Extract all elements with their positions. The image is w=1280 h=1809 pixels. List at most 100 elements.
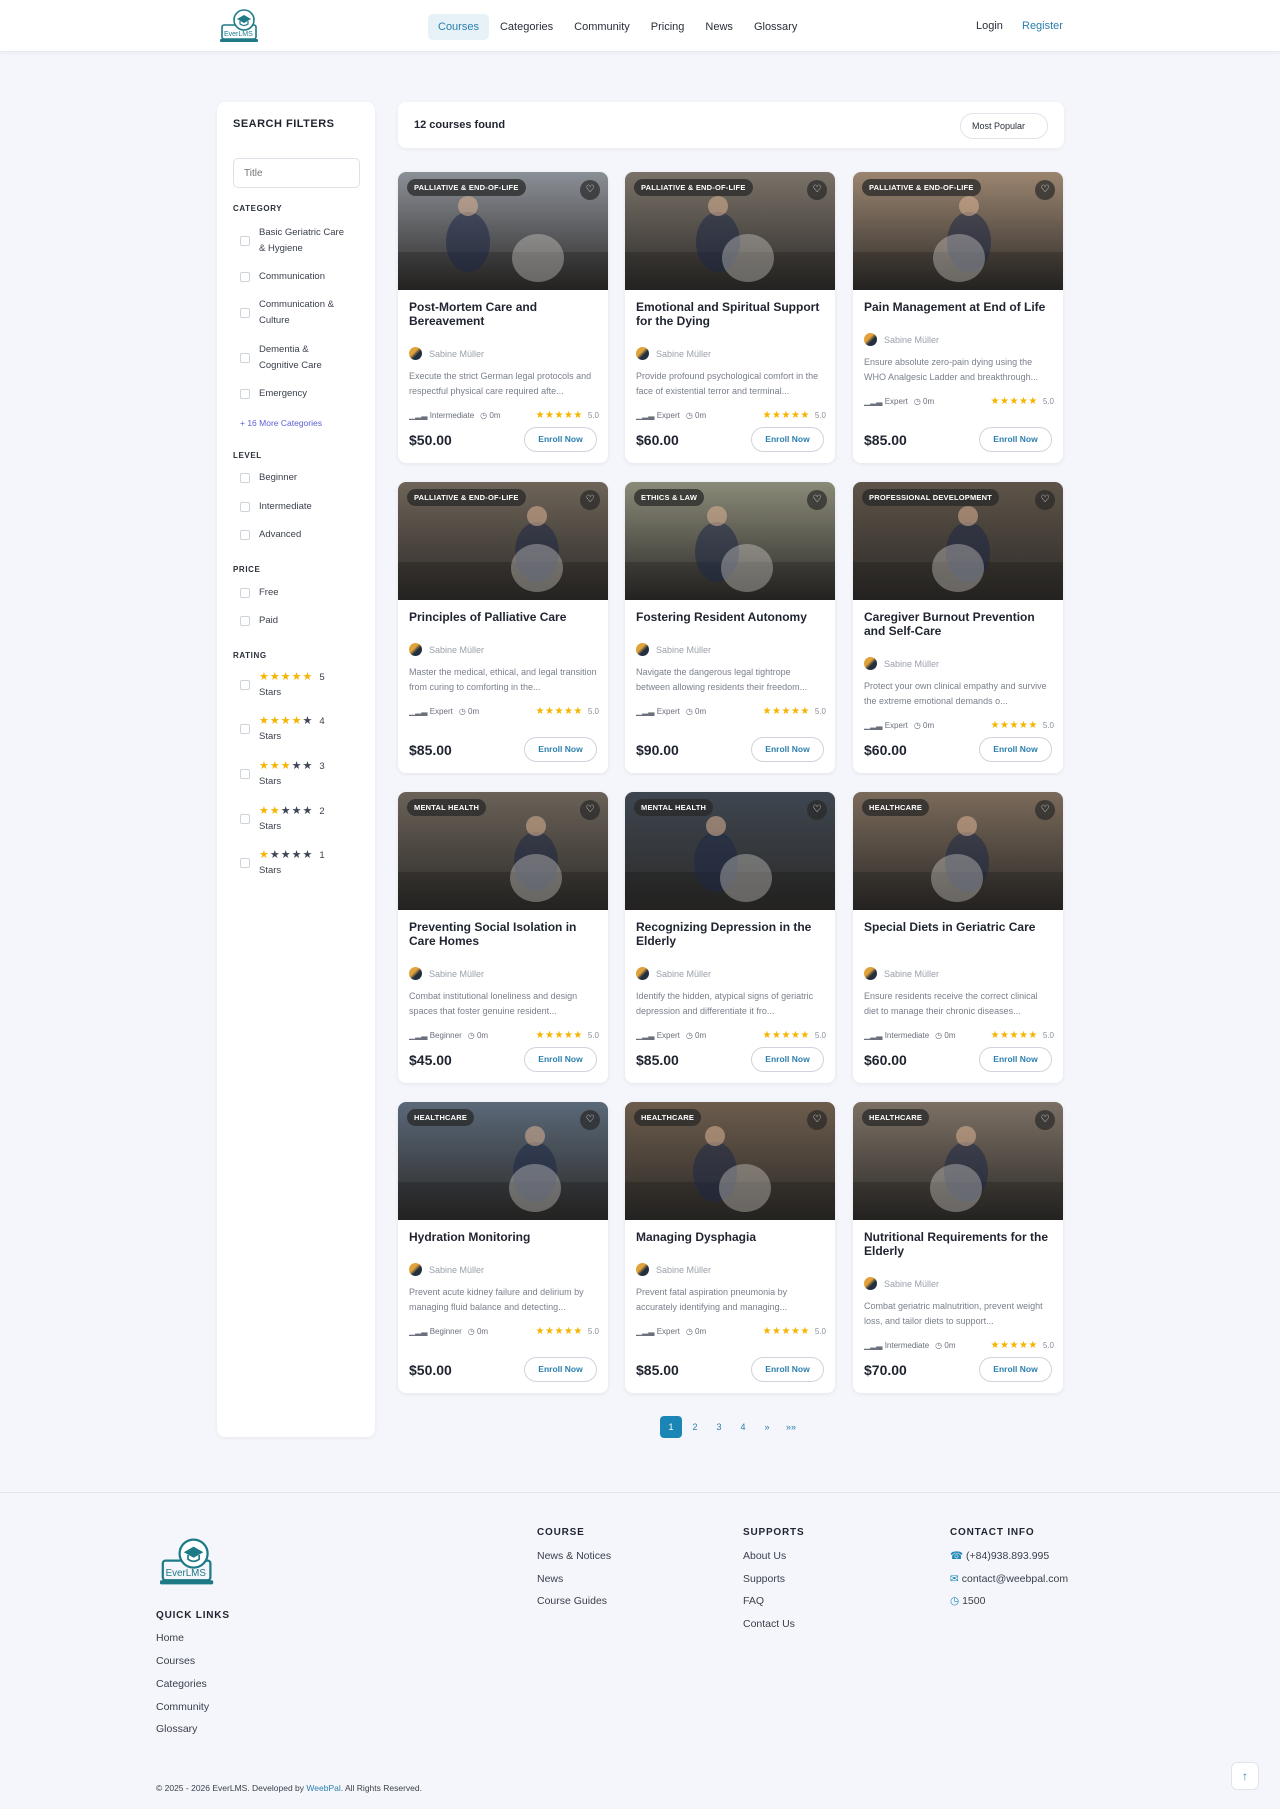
enroll-now-button[interactable]: Enroll Now (751, 427, 824, 452)
course-thumbnail[interactable]: MENTAL HEALTH ♡ (398, 792, 608, 910)
course-thumbnail[interactable]: HEALTHCARE ♡ (398, 1102, 608, 1220)
footer-link-course-guides[interactable]: Course Guides (537, 1595, 607, 1607)
heart-icon[interactable]: ♡ (807, 800, 827, 820)
checkbox[interactable] (240, 473, 250, 483)
course-title[interactable]: Fostering Resident Autonomy (636, 610, 826, 624)
course-title[interactable]: Pain Management at End of Life (864, 300, 1054, 314)
course-card[interactable]: PALLIATIVE & END-OF-LIFE ♡ Emotional and S… (625, 172, 835, 463)
page-3-button[interactable]: 3 (708, 1416, 730, 1438)
course-card[interactable]: PALLIATIVE & END-OF-LIFE ♡ Post-Mortem Car… (398, 172, 608, 463)
course-title[interactable]: Hydration Monitoring (409, 1230, 599, 1244)
enroll-now-button[interactable]: Enroll Now (751, 737, 824, 762)
footer-link-supports[interactable]: Supports (743, 1573, 785, 1585)
page-2-button[interactable]: 2 (684, 1416, 706, 1438)
rating-option[interactable]: ★★★★★ 5 Stars (240, 670, 325, 700)
footer-link-about[interactable]: About Us (743, 1550, 786, 1562)
footer-logo[interactable]: EverLMS (160, 1535, 216, 1589)
course-title[interactable]: Recognizing Depression in the Elderly (636, 920, 826, 948)
nav-community[interactable]: Community (564, 14, 640, 40)
category-option[interactable]: Emergency (240, 386, 307, 402)
rating-option[interactable]: ★★★★★ 1 Stars (240, 848, 325, 878)
course-title[interactable]: Nutritional Requirements for the Elderly (864, 1230, 1054, 1258)
course-thumbnail[interactable]: MENTAL HEALTH ♡ (625, 792, 835, 910)
nav-glossary[interactable]: Glossary (744, 14, 807, 40)
last-page-button[interactable]: »» (780, 1416, 802, 1438)
heart-icon[interactable]: ♡ (807, 490, 827, 510)
price-option[interactable]: Paid (240, 613, 278, 629)
contact-phone[interactable]: ☎ (+84)938.893.995 (950, 1550, 1049, 1562)
footer-link-home[interactable]: Home (156, 1632, 184, 1644)
enroll-now-button[interactable]: Enroll Now (979, 737, 1052, 762)
heart-icon[interactable]: ♡ (1035, 490, 1055, 510)
category-option[interactable]: Basic Geriatric Care & Hygiene (240, 225, 344, 257)
footer-link-categories[interactable]: Categories (156, 1678, 207, 1690)
footer-link-news[interactable]: News (537, 1573, 563, 1585)
login-link[interactable]: Login (976, 20, 1003, 32)
footer-link-contact[interactable]: Contact Us (743, 1618, 795, 1630)
checkbox[interactable] (240, 530, 250, 540)
heart-icon[interactable]: ♡ (580, 800, 600, 820)
footer-link-courses[interactable]: Courses (156, 1655, 195, 1667)
checkbox[interactable] (240, 272, 250, 282)
course-thumbnail[interactable]: HEALTHCARE ♡ (625, 1102, 835, 1220)
category-option[interactable]: Communication & Culture (240, 297, 334, 329)
heart-icon[interactable]: ♡ (580, 490, 600, 510)
checkbox[interactable] (240, 502, 250, 512)
footer-link-news-notices[interactable]: News & Notices (537, 1550, 611, 1562)
course-title[interactable]: Post-Mortem Care and Bereavement (409, 300, 599, 328)
enroll-now-button[interactable]: Enroll Now (524, 1357, 597, 1382)
checkbox[interactable] (240, 308, 250, 318)
more-categories-link[interactable]: + 16 More Categories (240, 418, 322, 428)
everlms-logo[interactable]: EverLMS (220, 7, 260, 45)
sort-dropdown[interactable]: Most Popular (960, 113, 1048, 139)
price-option[interactable]: Free (240, 585, 279, 601)
course-title[interactable]: Principles of Palliative Care (409, 610, 599, 624)
category-option[interactable]: Communication (240, 269, 325, 285)
enroll-now-button[interactable]: Enroll Now (524, 737, 597, 762)
scroll-to-top-button[interactable]: ↑ (1231, 1762, 1259, 1790)
course-title[interactable]: Caregiver Burnout Prevention and Self-Ca… (864, 610, 1054, 638)
enroll-now-button[interactable]: Enroll Now (979, 427, 1052, 452)
nav-courses[interactable]: Courses (428, 13, 489, 40)
checkbox[interactable] (240, 724, 250, 734)
level-option[interactable]: Beginner (240, 470, 297, 486)
course-title[interactable]: Emotional and Spiritual Support for the … (636, 300, 826, 328)
heart-icon[interactable]: ♡ (807, 1110, 827, 1130)
course-card[interactable]: PROFESSIONAL DEVELOPMENT ♡ Caregiver Burno… (853, 482, 1063, 773)
enroll-now-button[interactable]: Enroll Now (979, 1357, 1052, 1382)
course-card[interactable]: MENTAL HEALTH ♡ Preventing Social Isolatio… (398, 792, 608, 1083)
rating-option[interactable]: ★★★★★ 2 Stars (240, 804, 325, 834)
course-card[interactable]: HEALTHCARE ♡ Managing Dysphagia Sabine Müll… (625, 1102, 835, 1393)
register-link[interactable]: Register (1022, 20, 1063, 32)
checkbox[interactable] (240, 389, 250, 399)
level-option[interactable]: Advanced (240, 527, 301, 543)
checkbox[interactable] (240, 353, 250, 363)
heart-icon[interactable]: ♡ (1035, 180, 1055, 200)
course-thumbnail[interactable]: PROFESSIONAL DEVELOPMENT ♡ (853, 482, 1063, 600)
enroll-now-button[interactable]: Enroll Now (524, 427, 597, 452)
heart-icon[interactable]: ♡ (580, 1110, 600, 1130)
course-title[interactable]: Managing Dysphagia (636, 1230, 826, 1244)
heart-icon[interactable]: ♡ (1035, 1110, 1055, 1130)
contact-email[interactable]: ✉ contact@weebpal.com (950, 1573, 1068, 1585)
checkbox[interactable] (240, 616, 250, 626)
next-page-button[interactable]: » (756, 1416, 778, 1438)
rating-option[interactable]: ★★★★★ 4 Stars (240, 714, 325, 744)
checkbox[interactable] (240, 588, 250, 598)
heart-icon[interactable]: ♡ (580, 180, 600, 200)
enroll-now-button[interactable]: Enroll Now (751, 1357, 824, 1382)
page-1-button[interactable]: 1 (660, 1416, 682, 1438)
category-option[interactable]: Dementia & Cognitive Care (240, 342, 322, 374)
rating-option[interactable]: ★★★★★ 3 Stars (240, 759, 325, 789)
enroll-now-button[interactable]: Enroll Now (524, 1047, 597, 1072)
page-4-button[interactable]: 4 (732, 1416, 754, 1438)
course-title[interactable]: Special Diets in Geriatric Care (864, 920, 1054, 934)
heart-icon[interactable]: ♡ (807, 180, 827, 200)
course-card[interactable]: PALLIATIVE & END-OF-LIFE ♡ Pain Management… (853, 172, 1063, 463)
course-card[interactable]: HEALTHCARE ♡ Hydration Monitoring Sabine Mü… (398, 1102, 608, 1393)
course-card[interactable]: MENTAL HEALTH ♡ Recognizing Depression in … (625, 792, 835, 1083)
heart-icon[interactable]: ♡ (1035, 800, 1055, 820)
enroll-now-button[interactable]: Enroll Now (979, 1047, 1052, 1072)
weebpal-link[interactable]: WeebPal (306, 1783, 340, 1793)
course-card[interactable]: HEALTHCARE ♡ Special Diets in Geriatric Ca… (853, 792, 1063, 1083)
